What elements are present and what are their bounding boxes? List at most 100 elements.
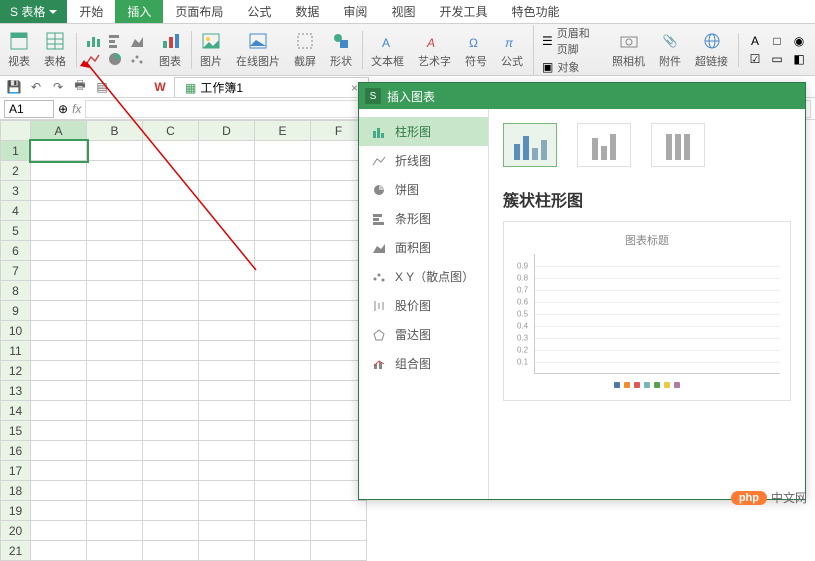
category-column[interactable]: 柱形图	[359, 117, 488, 146]
ribbon-formula[interactable]: π 公式	[497, 31, 527, 69]
cell[interactable]	[87, 341, 143, 361]
cell[interactable]	[31, 321, 87, 341]
ribbon-attach[interactable]: 📎 附件	[655, 31, 685, 69]
cell[interactable]	[143, 201, 199, 221]
cell[interactable]	[143, 281, 199, 301]
cell[interactable]	[311, 541, 367, 561]
cell[interactable]	[143, 461, 199, 481]
ribbon-chart[interactable]: 图表	[155, 31, 185, 69]
cell[interactable]	[143, 141, 199, 161]
app-title[interactable]: S 表格	[0, 0, 67, 23]
cell[interactable]	[143, 361, 199, 381]
cell[interactable]	[255, 421, 311, 441]
cell[interactable]	[31, 441, 87, 461]
cell[interactable]	[143, 501, 199, 521]
cell[interactable]	[143, 421, 199, 441]
cell[interactable]	[199, 281, 255, 301]
cell[interactable]	[87, 221, 143, 241]
menu-tab-special[interactable]: 特色功能	[499, 0, 571, 23]
qa-save-icon[interactable]: 💾	[6, 79, 22, 95]
cell[interactable]	[87, 201, 143, 221]
cell[interactable]	[311, 521, 367, 541]
dialog-titlebar[interactable]: S 插入图表	[359, 83, 805, 109]
cell[interactable]	[255, 321, 311, 341]
menu-tab-view[interactable]: 视图	[379, 0, 427, 23]
cell[interactable]	[87, 501, 143, 521]
qa-preview-icon[interactable]: ▤	[94, 79, 110, 95]
cell[interactable]	[143, 161, 199, 181]
cell[interactable]	[199, 541, 255, 561]
cell[interactable]	[199, 341, 255, 361]
cell[interactable]	[255, 301, 311, 321]
row-header[interactable]: 4	[1, 201, 31, 221]
row-header[interactable]: 21	[1, 541, 31, 561]
row-header[interactable]: 16	[1, 441, 31, 461]
cell[interactable]	[87, 181, 143, 201]
cell[interactable]	[31, 201, 87, 221]
cell[interactable]	[199, 221, 255, 241]
row-header[interactable]: 18	[1, 481, 31, 501]
area-chart-icon[interactable]	[129, 33, 145, 49]
cell[interactable]	[31, 141, 87, 161]
category-radar[interactable]: 雷达图	[359, 320, 488, 349]
cell[interactable]	[87, 381, 143, 401]
row-header[interactable]: 19	[1, 501, 31, 521]
cell[interactable]	[199, 441, 255, 461]
cell[interactable]	[143, 401, 199, 421]
cell[interactable]	[255, 181, 311, 201]
cell[interactable]	[255, 481, 311, 501]
cell[interactable]	[31, 261, 87, 281]
row-header[interactable]: 5	[1, 221, 31, 241]
bar-chart-icon[interactable]	[85, 33, 101, 49]
cell[interactable]	[255, 461, 311, 481]
cell[interactable]	[199, 241, 255, 261]
category-bar[interactable]: 条形图	[359, 204, 488, 233]
cell[interactable]	[31, 281, 87, 301]
cell[interactable]	[31, 161, 87, 181]
cell[interactable]	[255, 521, 311, 541]
corner-cell[interactable]	[1, 121, 31, 141]
col-A[interactable]: A	[31, 121, 87, 141]
misc-icon-3[interactable]: ◉	[791, 33, 807, 49]
menu-tab-formula[interactable]: 公式	[235, 0, 283, 23]
cell[interactable]	[87, 241, 143, 261]
cell[interactable]	[143, 321, 199, 341]
cell[interactable]	[199, 181, 255, 201]
cell[interactable]	[31, 341, 87, 361]
cell[interactable]	[255, 441, 311, 461]
cell[interactable]	[143, 341, 199, 361]
cell[interactable]	[199, 401, 255, 421]
cell[interactable]	[143, 481, 199, 501]
menu-tab-layout[interactable]: 页面布局	[163, 0, 235, 23]
cell[interactable]	[199, 321, 255, 341]
cell[interactable]	[255, 141, 311, 161]
cell[interactable]	[87, 401, 143, 421]
document-tab[interactable]: ▦ 工作簿1 ×	[174, 77, 369, 97]
row-header[interactable]: 13	[1, 381, 31, 401]
cell[interactable]	[255, 381, 311, 401]
cell[interactable]	[255, 361, 311, 381]
wps-logo-icon[interactable]: W	[152, 79, 168, 95]
cell[interactable]	[199, 361, 255, 381]
ribbon-camera[interactable]: 照相机	[608, 31, 649, 69]
cell[interactable]	[255, 201, 311, 221]
row-header[interactable]: 14	[1, 401, 31, 421]
ribbon-screenshot[interactable]: 截屏	[290, 31, 320, 69]
row-header[interactable]: 10	[1, 321, 31, 341]
zoom-icon[interactable]: ⊕	[58, 102, 68, 116]
ribbon-pivot[interactable]: 视表	[4, 31, 34, 69]
cell[interactable]	[199, 201, 255, 221]
cell[interactable]	[143, 261, 199, 281]
cell[interactable]	[31, 421, 87, 441]
cell[interactable]	[255, 341, 311, 361]
menu-tab-review[interactable]: 审阅	[331, 0, 379, 23]
ribbon-wordart[interactable]: A 艺术字	[414, 31, 455, 69]
cell[interactable]	[255, 261, 311, 281]
cell[interactable]	[143, 521, 199, 541]
cell[interactable]	[87, 361, 143, 381]
cell[interactable]	[87, 321, 143, 341]
name-box[interactable]: A1	[4, 100, 54, 118]
cell[interactable]	[31, 481, 87, 501]
cell[interactable]	[255, 401, 311, 421]
category-stock[interactable]: 股价图	[359, 291, 488, 320]
